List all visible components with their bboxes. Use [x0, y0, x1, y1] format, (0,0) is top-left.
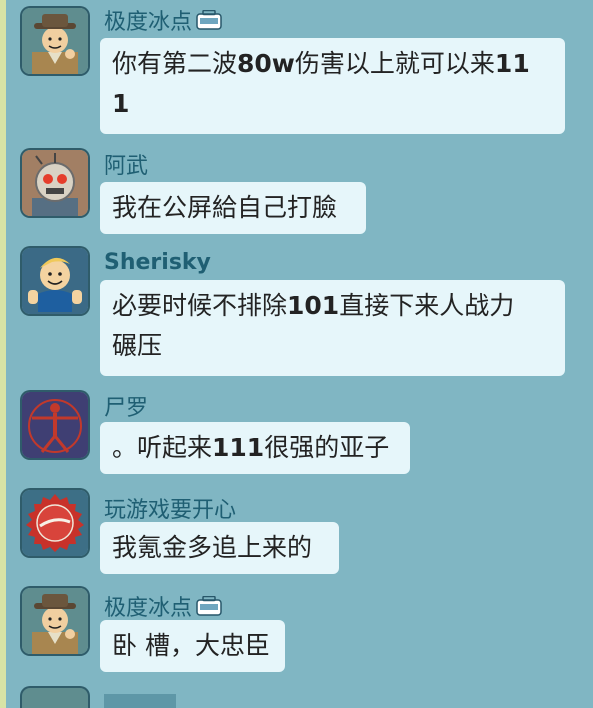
- vault-boy-thumbs-up-avatar[interactable]: [22, 248, 88, 314]
- vitruvian-man-avatar[interactable]: [22, 392, 88, 458]
- message-text: 卧 槽，大忠臣: [112, 631, 270, 660]
- next-message-partial: [0, 688, 593, 708]
- bottle-cap-icon: [22, 490, 88, 556]
- sender-name-text: Sherisky: [104, 250, 211, 275]
- message-text: 你有第二波: [112, 49, 238, 78]
- avatar: [22, 688, 88, 708]
- left-edge-stripe: [0, 0, 6, 708]
- message-text-bold: 1: [112, 89, 130, 118]
- message-bubble[interactable]: 。听起来111很强的亚子: [100, 422, 410, 474]
- sender-name[interactable]: 尸罗: [104, 390, 148, 422]
- message-text-bold: 101: [287, 291, 340, 320]
- sender-name-text: 玩游戏要开心: [104, 498, 237, 523]
- sender-name[interactable]: 玩游戏要开心: [104, 492, 236, 524]
- message-text: 我在公屏給自己打臉: [112, 193, 338, 222]
- message-bubble[interactable]: 你有第二波80w伤害以上就可以来11 1: [100, 38, 565, 134]
- sender-name[interactable]: Sherisky: [104, 250, 211, 275]
- nuka-cola-cap-avatar[interactable]: [22, 490, 88, 556]
- detective-dweller-avatar[interactable]: [22, 588, 88, 654]
- sender-name[interactable]: 极度冰点: [104, 4, 222, 36]
- message-text-bold: 11: [494, 49, 530, 78]
- sender-name-clipped: [104, 694, 176, 708]
- detective-icon: [22, 588, 88, 654]
- sender-name-text: 极度冰点: [104, 596, 193, 621]
- vault-lunchbox-badge-icon: [196, 596, 222, 616]
- message-text: 我氪金多追上来的: [112, 533, 313, 562]
- message-bubble[interactable]: 我氪金多追上来的: [100, 522, 339, 574]
- message-text: 碾压: [112, 331, 163, 360]
- sender-name-text: 极度冰点: [104, 10, 193, 35]
- message-text: 伤害以上就可以来: [294, 49, 495, 78]
- message-text: 。听起来: [112, 433, 213, 462]
- sender-name[interactable]: 极度冰点: [104, 590, 222, 622]
- robot-astronaut-avatar[interactable]: [22, 150, 88, 216]
- vault-lunchbox-badge-icon: [196, 10, 222, 30]
- robot-icon: [22, 150, 88, 216]
- vitruvian-icon: [22, 392, 88, 458]
- message-text-bold: 111: [212, 433, 265, 462]
- detective-dweller-avatar[interactable]: [22, 8, 88, 74]
- message-text: 很强的亚子: [264, 433, 390, 462]
- sender-name-text: 尸罗: [104, 396, 149, 421]
- vault-boy-icon: [22, 248, 88, 314]
- sender-name-text: 阿武: [104, 154, 149, 179]
- sender-name[interactable]: 阿武: [104, 148, 148, 180]
- message-text: 必要时候不排除: [112, 291, 288, 320]
- message-text-bold: 80w: [237, 49, 295, 78]
- detective-icon: [22, 8, 88, 74]
- message-text: 直接下来人战力: [339, 291, 515, 320]
- message-bubble[interactable]: 我在公屏給自己打臉: [100, 182, 366, 234]
- message-bubble[interactable]: 必要时候不排除101直接下来人战力碾压: [100, 280, 565, 376]
- message-bubble[interactable]: 卧 槽，大忠臣: [100, 620, 285, 672]
